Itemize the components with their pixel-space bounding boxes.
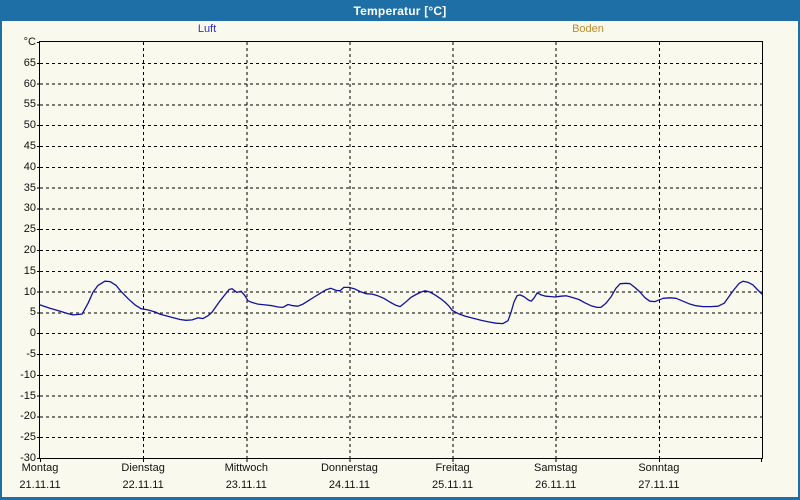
legend-entry-luft: Luft <box>197 23 217 35</box>
y-tick-label: 15 <box>23 264 36 277</box>
x-axis-day-label: Sonntag 27.11.11 <box>638 462 679 491</box>
x-axis-day-label: Montag 21.11.11 <box>19 462 60 491</box>
y-axis-labels: 65 60 55 50 45 40 35 30 25 20 15 10 5 0 -5 -10 -15 -20 -25… <box>2 42 36 464</box>
x-axis-day-label: Freitag 25.11.11 <box>432 462 473 491</box>
grid-group <box>37 42 762 462</box>
legend-entry-boden: Boden <box>572 23 604 35</box>
day-name-label: Dienstag <box>121 462 165 474</box>
x-axis-day-label: Donnerstag 24.11.11 <box>321 462 378 491</box>
y-tick-label: 20 <box>23 244 36 256</box>
app-window: Temperatur [°C] Luft Boden °C 65 60 55 50 45… <box>0 0 800 500</box>
plot-area <box>37 41 763 462</box>
y-tick-label: -5 <box>26 348 36 360</box>
day-name-label: Sonntag <box>638 462 680 474</box>
x-axis-day-label: Dienstag 22.11.11 <box>121 462 164 491</box>
y-tick-label: -25 <box>20 431 36 444</box>
day-name-label: Mittwoch <box>224 462 268 474</box>
y-tick-label: 65 <box>23 56 36 69</box>
title-bar[interactable]: Temperatur [°C] <box>0 0 800 21</box>
y-tick-label: 35 <box>23 181 36 194</box>
y-tick-label: -15 <box>20 389 36 402</box>
day-date-label: 23.11.11 <box>225 479 267 491</box>
day-date-label: 21.11.11 <box>19 479 61 491</box>
x-axis-day-label: Samstag 26.11.11 <box>534 462 577 491</box>
day-date-label: 26.11.11 <box>535 479 577 491</box>
y-tick-label: 30 <box>23 202 36 215</box>
day-name-label: Samstag <box>533 462 578 474</box>
day-date-label: 27.11.11 <box>638 479 680 491</box>
y-tick-label: 40 <box>23 160 36 173</box>
y-tick-label: 45 <box>23 140 36 152</box>
day-date-label: 25.11.11 <box>431 479 474 491</box>
y-tick-label: -10 <box>20 368 36 381</box>
series-line-luft <box>39 280 763 325</box>
y-tick-label: 55 <box>23 98 36 111</box>
window-title: Temperatur [°C] <box>353 3 447 18</box>
y-tick-label: 25 <box>23 223 36 236</box>
day-name-label: Donnerstag <box>320 462 378 474</box>
y-tick-label: 60 <box>23 77 36 90</box>
y-tick-label: 5 <box>29 306 36 319</box>
x-axis-day-label: Mittwoch 23.11.11 <box>225 462 268 491</box>
y-tick-label: 10 <box>23 285 36 298</box>
chart-area: Luft Boden °C 65 60 55 50 45 40 35 30 25 20 15 10 5 0… <box>2 21 798 497</box>
y-tick-label: 0 <box>29 327 36 340</box>
plot-svg <box>37 42 763 462</box>
day-date-label: 24.11.11 <box>328 479 371 491</box>
day-date-label: 22.11.11 <box>122 479 164 491</box>
y-tick-label: -30 <box>20 452 36 464</box>
y-tick-label: -20 <box>20 410 36 423</box>
day-name-label: Freitag <box>435 462 470 474</box>
y-tick-label: 50 <box>23 119 36 132</box>
